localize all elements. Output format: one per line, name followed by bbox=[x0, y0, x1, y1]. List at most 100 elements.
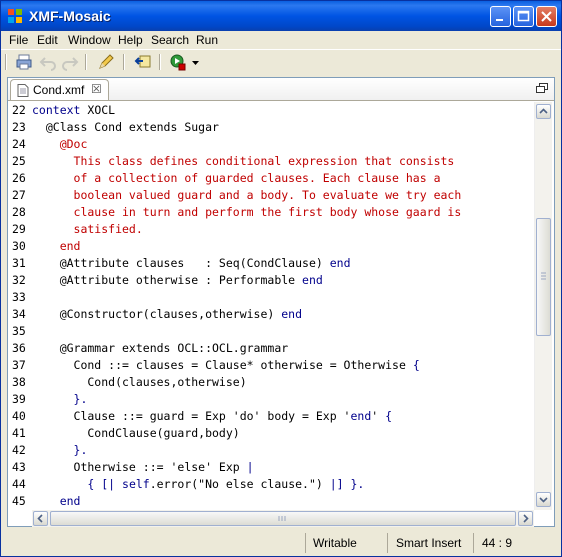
scroll-down-button[interactable] bbox=[536, 492, 551, 507]
code-text: @Attribute clauses : Seq(CondClause) end bbox=[32, 255, 351, 272]
code-text: This class defines conditional expressio… bbox=[32, 153, 455, 170]
minimize-button[interactable] bbox=[490, 6, 511, 27]
code-token: { bbox=[385, 409, 393, 423]
code-text: Otherwise ::= 'else' Exp | bbox=[32, 459, 254, 476]
scroll-thumb[interactable] bbox=[536, 218, 551, 336]
scroll-thumb-horizontal[interactable] bbox=[50, 511, 516, 526]
code-token: satisfied. bbox=[32, 222, 143, 236]
code-token: of a collection of guarded clauses. Each… bbox=[32, 171, 441, 185]
code-token: |] }. bbox=[329, 477, 365, 491]
line-number: 32 bbox=[12, 273, 26, 287]
run-icon[interactable] bbox=[169, 53, 187, 71]
tab-label: Cond.xmf bbox=[33, 83, 85, 97]
maximize-button[interactable] bbox=[513, 6, 534, 27]
line-number: 26 bbox=[12, 171, 26, 185]
restore-icon[interactable] bbox=[536, 83, 548, 93]
back-icon[interactable] bbox=[134, 53, 152, 71]
print-icon[interactable] bbox=[15, 53, 33, 71]
code-token: }. bbox=[32, 392, 88, 406]
code-text: end bbox=[32, 238, 81, 255]
line-number: 41 bbox=[12, 426, 26, 440]
line-number: 35 bbox=[12, 324, 26, 338]
horizontal-scrollbar[interactable] bbox=[32, 510, 534, 527]
status-mode-text: Writable bbox=[313, 536, 357, 550]
tab-close-icon[interactable]: ☒ bbox=[91, 82, 102, 96]
code-token: end bbox=[281, 307, 303, 321]
application-window: XMF-Mosaic File Edit Window Help Search … bbox=[0, 0, 562, 557]
menu-edit[interactable]: Edit bbox=[37, 33, 58, 47]
tab-cond-xmf[interactable]: Cond.xmf ☒ bbox=[10, 79, 109, 100]
editor-tab-row: Cond.xmf ☒ bbox=[8, 78, 554, 101]
status-position: 44 : 9 bbox=[473, 533, 559, 553]
code-token: { [| bbox=[87, 477, 123, 491]
code-token: Cond(clauses,otherwise) bbox=[32, 375, 247, 389]
code-token: Otherwise ::= 'else' Exp bbox=[32, 460, 247, 474]
line-number: 25 bbox=[12, 154, 26, 168]
menu-file[interactable]: File bbox=[9, 33, 28, 47]
code-text: context XOCL bbox=[32, 102, 115, 119]
code-text: of a collection of guarded clauses. Each… bbox=[32, 170, 441, 187]
line-number: 27 bbox=[12, 188, 26, 202]
code-token: end bbox=[302, 273, 323, 287]
code-editor[interactable]: 22 context XOCL 23 @Class Cond extends Sug… bbox=[8, 102, 534, 510]
code-text: Clause ::= guard = Exp 'do' body = Exp '… bbox=[32, 408, 393, 425]
code-token: context bbox=[32, 103, 81, 117]
code-text: boolean valued guard and a body. To eval… bbox=[32, 187, 462, 204]
scroll-right-button[interactable] bbox=[518, 511, 533, 526]
scroll-up-button[interactable] bbox=[536, 104, 551, 119]
code-token: clause in turn and perform the first bod… bbox=[32, 205, 462, 219]
code-token: Clause ::= guard = Exp 'do' body = Exp ' bbox=[32, 409, 351, 423]
code-text: @Doc bbox=[32, 136, 88, 153]
redo-icon[interactable] bbox=[61, 53, 79, 71]
toolbar-separator bbox=[123, 54, 125, 70]
code-token: This class defines conditional expressio… bbox=[32, 154, 455, 168]
line-number: 43 bbox=[12, 460, 26, 474]
status-insert: Smart Insert bbox=[387, 533, 473, 553]
menu-search[interactable]: Search bbox=[151, 33, 189, 47]
menu-run[interactable]: Run bbox=[196, 33, 218, 47]
chevron-down-icon bbox=[539, 497, 548, 503]
maximize-icon bbox=[517, 10, 530, 22]
status-mode: Writable bbox=[305, 533, 387, 553]
line-number: 33 bbox=[12, 290, 26, 304]
code-token: self bbox=[122, 477, 150, 491]
vertical-scrollbar[interactable] bbox=[534, 102, 552, 510]
code-token: @Grammar extends OCL::OCL.grammar bbox=[32, 341, 289, 355]
chevron-right-icon bbox=[523, 514, 529, 523]
pencil-icon[interactable] bbox=[97, 53, 115, 71]
code-text: @Constructor(clauses,otherwise) end bbox=[32, 306, 302, 323]
menu-window[interactable]: Window bbox=[68, 33, 111, 47]
menu-help[interactable]: Help bbox=[118, 33, 143, 47]
toolbar-separator bbox=[5, 54, 7, 70]
dropdown-arrow-icon[interactable] bbox=[191, 53, 200, 71]
code-text: { [| self.error("No else clause.") |] }. bbox=[32, 476, 364, 493]
line-number: 38 bbox=[12, 375, 26, 389]
editor-panel: Cond.xmf ☒ 22 context XOCL 23 @Class Cond … bbox=[7, 77, 555, 527]
code-token: }. bbox=[32, 443, 88, 457]
code-text: }. bbox=[32, 442, 88, 459]
undo-icon[interactable] bbox=[39, 53, 57, 71]
window-title: XMF-Mosaic bbox=[29, 8, 111, 24]
minimize-icon bbox=[496, 19, 503, 21]
code-text: clause in turn and perform the first bod… bbox=[32, 204, 462, 221]
code-token: @Attribute clauses : Seq(CondClause) bbox=[32, 256, 330, 270]
menu-bar: File Edit Window Help Search Run bbox=[1, 31, 561, 49]
line-number: 28 bbox=[12, 205, 26, 219]
code-token: end bbox=[329, 256, 351, 270]
code-text: @Grammar extends OCL::OCL.grammar bbox=[32, 340, 289, 357]
code-text: end bbox=[32, 493, 81, 510]
line-number: 22 bbox=[12, 103, 26, 117]
chevron-up-icon bbox=[539, 108, 548, 114]
code-text: satisfied. bbox=[32, 221, 143, 238]
grip-icon bbox=[541, 272, 546, 280]
code-token: XOCL bbox=[80, 103, 116, 117]
line-number: 29 bbox=[12, 222, 26, 236]
code-token: { bbox=[412, 358, 420, 372]
scroll-left-button[interactable] bbox=[33, 511, 48, 526]
toolbar bbox=[1, 49, 561, 74]
title-bar[interactable]: XMF-Mosaic bbox=[1, 1, 561, 31]
close-button[interactable] bbox=[536, 6, 557, 27]
code-token: @Doc bbox=[32, 137, 88, 151]
code-token: @Attribute otherwise : Performable bbox=[32, 273, 303, 287]
